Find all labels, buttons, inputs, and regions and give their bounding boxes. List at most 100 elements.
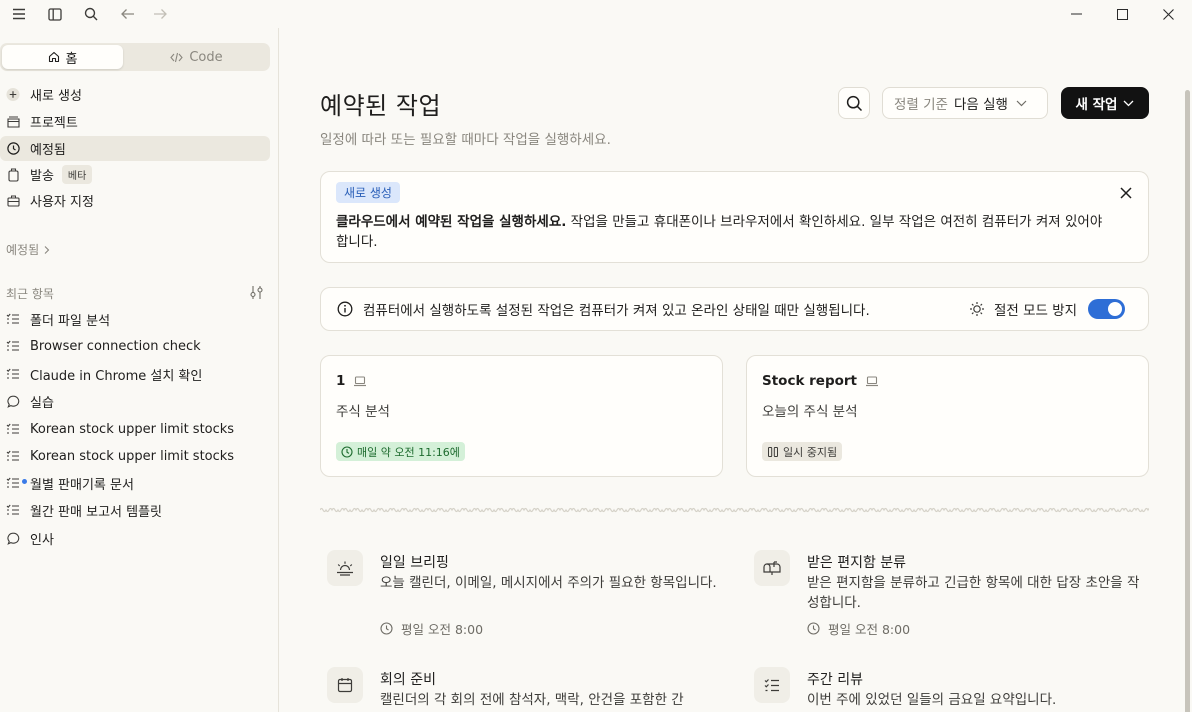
beta-badge: 베타 — [61, 165, 93, 184]
close-icon[interactable] — [1119, 186, 1137, 204]
sidebar-item-label: 발송 — [30, 169, 54, 184]
task-title-text: 1 — [336, 373, 346, 389]
folder-icon — [6, 115, 20, 129]
recent-item[interactable]: 실습 — [0, 389, 270, 413]
close-icon[interactable] — [1145, 0, 1191, 28]
task-title: Stock report — [762, 373, 879, 389]
clock-icon — [341, 445, 353, 458]
sidebar-item-label: 사용자 지정 — [30, 195, 94, 210]
sidebar-item-dispatch[interactable]: 발송 베타 — [0, 162, 270, 187]
pause-icon — [767, 446, 779, 458]
recent-section-label: 최근 항목 — [6, 285, 54, 302]
sidebar-item-projects[interactable]: 프로젝트 — [0, 109, 270, 134]
new-badge: 새로 생성 — [336, 182, 400, 203]
template-description: 이번 주에 있었던 일들의 금요일 요약입니다. — [807, 692, 1057, 708]
recent-item[interactable]: Korean stock upper limit stocks — [0, 444, 270, 468]
task-card[interactable]: Stock report 오늘의 주식 분석 일시 중지됨 — [746, 355, 1149, 477]
recent-item-label: 폴더 파일 분석 — [30, 313, 111, 329]
menu-icon[interactable] — [8, 3, 30, 25]
sidebar-item-scheduled[interactable]: 예정됨 — [0, 136, 270, 161]
filter-sliders-icon[interactable] — [249, 285, 265, 301]
prevent-sleep-label: 절전 모드 방지 — [994, 303, 1078, 319]
sidebar-item-label: 예정됨 — [30, 143, 66, 158]
template-schedule: 평일 오전 8:00 — [807, 619, 910, 638]
recent-item[interactable]: 월별 판매기록 문서 — [0, 471, 270, 495]
template-title: 주간 리뷰 — [807, 672, 863, 688]
recent-label-text: 최근 항목 — [6, 287, 54, 301]
task-list-icon — [6, 312, 20, 326]
schedule-text: 매일 약 오전 11:16에 — [357, 445, 460, 459]
page-title: 예약된 작업 — [320, 92, 442, 120]
chevron-down-icon — [1123, 100, 1134, 107]
recent-item-label: Korean stock upper limit stocks — [30, 448, 235, 464]
scrollbar[interactable] — [1183, 28, 1192, 712]
tab-code[interactable]: Code — [125, 45, 268, 69]
task-title: 1 — [336, 373, 367, 389]
minimize-icon[interactable] — [1053, 0, 1099, 28]
recent-item[interactable]: 폴더 파일 분석 — [0, 307, 270, 331]
back-arrow-icon[interactable] — [116, 3, 138, 25]
clock-icon — [380, 622, 393, 635]
plus-circle-icon — [6, 87, 20, 102]
recent-item[interactable]: Korean stock upper limit stocks — [0, 417, 270, 441]
tab-code-label: Code — [189, 49, 223, 65]
task-list-icon — [6, 449, 20, 463]
sidebar-item-label: 프로젝트 — [30, 116, 78, 131]
search-button[interactable] — [838, 87, 870, 119]
banner-bold-text: 클라우드에서 예약된 작업을 실행하세요. — [336, 214, 567, 230]
clock-icon — [807, 622, 820, 635]
prevent-sleep-toggle[interactable] — [1088, 299, 1126, 319]
sort-value: 다음 실행 — [953, 97, 1008, 113]
chevron-down-icon — [1016, 100, 1027, 107]
recent-item-label: Claude in Chrome 설치 확인 — [30, 368, 203, 384]
recent-item[interactable]: 인사 — [0, 526, 270, 550]
recent-item-label: 실습 — [30, 395, 54, 411]
template-schedule-text: 평일 오전 8:00 — [401, 622, 484, 637]
recent-item[interactable]: 월간 판매 보고서 템플릿 — [0, 498, 270, 522]
sort-dropdown[interactable]: 정렬 기준 다음 실행 — [882, 87, 1048, 119]
recent-item-label: 월별 판매기록 문서 — [30, 477, 134, 493]
main-content: 예약된 작업 일정에 따라 또는 필요할 때마다 작업을 실행하세요. 정렬 기… — [280, 28, 1180, 712]
briefcase-icon — [6, 194, 20, 208]
recent-item[interactable]: Claude in Chrome 설치 확인 — [0, 362, 270, 386]
laptop-icon — [353, 375, 367, 387]
search-icon — [846, 95, 863, 112]
template-description: 오늘 캘린더, 이메일, 메시지에서 주의가 필요한 항목입니다. — [380, 575, 717, 591]
task-title-text: Stock report — [762, 373, 857, 389]
template-description: 캘린더의 각 회의 전에 참석자, 맥락, 안건을 포함한 간 — [380, 692, 684, 708]
task-list-icon — [6, 367, 20, 381]
page-subtitle: 일정에 따라 또는 필요할 때마다 작업을 실행하세요. — [320, 132, 611, 148]
template-schedule-text: 평일 오전 8:00 — [828, 622, 911, 637]
sidebar-item-label: 새로 생성 — [30, 89, 82, 104]
recent-item[interactable]: Browser connection check — [0, 334, 270, 358]
task-list-icon — [6, 422, 20, 436]
template-description: 받은 편지함을 분류하고 긴급한 항목에 대한 답장 초안을 작성합니다. — [807, 575, 1140, 611]
local-run-info-bar: 컴퓨터에서 실행하도록 설정된 작업은 컴퓨터가 켜져 있고 온라인 상태일 때… — [320, 287, 1149, 331]
calendar-icon — [327, 667, 363, 703]
sun-icon — [969, 301, 985, 317]
scheduled-section-toggle[interactable]: 예정됨 — [6, 241, 50, 258]
sidebar-item-customize[interactable]: 사용자 지정 — [0, 188, 270, 213]
forward-arrow-icon[interactable] — [149, 3, 171, 25]
recent-item-label: 월간 판매 보고서 템플릿 — [30, 504, 162, 520]
wavy-divider — [320, 507, 1149, 513]
sort-prefix: 정렬 기준 — [894, 97, 948, 113]
tab-home-label: 홈 — [65, 51, 78, 67]
title-bar — [0, 0, 1192, 28]
recent-item-label: Korean stock upper limit stocks — [30, 421, 235, 437]
laptop-icon — [865, 375, 879, 387]
task-description: 주식 분석 — [336, 404, 390, 420]
scrollbar-thumb[interactable] — [1185, 90, 1190, 712]
new-task-button[interactable]: 새 작업 — [1061, 87, 1149, 119]
search-icon[interactable] — [80, 3, 102, 25]
tab-home[interactable]: 홈 — [2, 45, 123, 69]
sidebar-item-new[interactable]: 새로 생성 — [0, 82, 270, 107]
paused-badge: 일시 중지됨 — [762, 442, 843, 461]
unread-dot — [22, 479, 27, 484]
maximize-icon[interactable] — [1099, 0, 1145, 28]
template-schedule: 평일 오전 8:00 — [380, 619, 483, 638]
task-card[interactable]: 1 주식 분석 매일 약 오전 11:16에 — [320, 355, 723, 477]
cloud-promo-banner: 새로 생성 클라우드에서 예약된 작업을 실행하세요. 작업을 만들고 휴대폰이… — [320, 171, 1149, 263]
template-title: 받은 편지함 분류 — [807, 555, 907, 571]
sidebar-toggle-icon[interactable] — [44, 3, 66, 25]
